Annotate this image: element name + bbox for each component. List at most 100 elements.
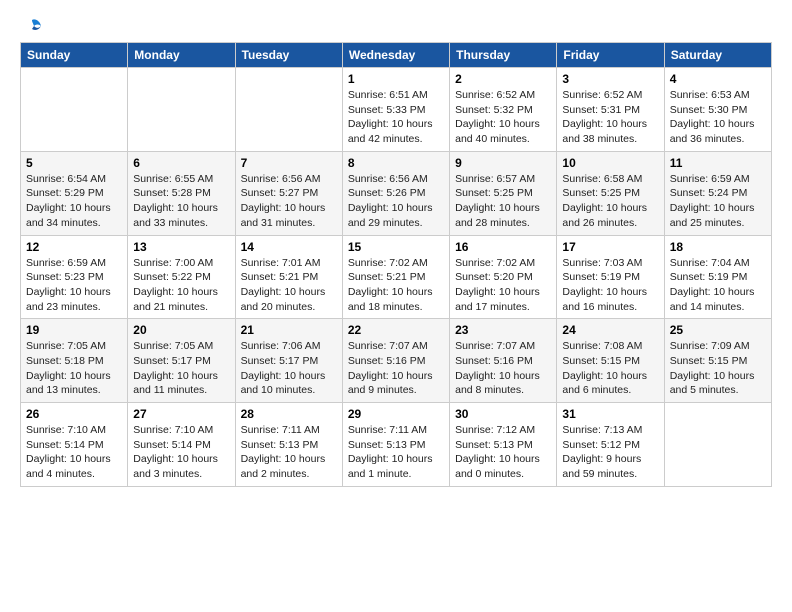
col-header-saturday: Saturday: [664, 43, 771, 68]
calendar-cell: 24 Sunrise: 7:08 AM Sunset: 5:15 PM Dayli…: [557, 319, 664, 403]
calendar-cell: 14 Sunrise: 7:01 AM Sunset: 5:21 PM Dayli…: [235, 235, 342, 319]
col-header-monday: Monday: [128, 43, 235, 68]
day-number: 16: [455, 240, 551, 254]
day-info: Sunrise: 7:05 AM Sunset: 5:17 PM Dayligh…: [133, 339, 229, 398]
calendar-cell: 3 Sunrise: 6:52 AM Sunset: 5:31 PM Daylig…: [557, 68, 664, 152]
day-info: Sunrise: 6:56 AM Sunset: 5:26 PM Dayligh…: [348, 172, 444, 231]
day-number: 15: [348, 240, 444, 254]
calendar-cell: 15 Sunrise: 7:02 AM Sunset: 5:21 PM Dayli…: [342, 235, 449, 319]
calendar-cell: 28 Sunrise: 7:11 AM Sunset: 5:13 PM Dayli…: [235, 403, 342, 487]
day-number: 21: [241, 323, 337, 337]
day-info: Sunrise: 6:58 AM Sunset: 5:25 PM Dayligh…: [562, 172, 658, 231]
calendar-cell: [664, 403, 771, 487]
day-number: 6: [133, 156, 229, 170]
col-header-tuesday: Tuesday: [235, 43, 342, 68]
page-header: [20, 16, 772, 34]
day-number: 31: [562, 407, 658, 421]
day-number: 18: [670, 240, 766, 254]
day-info: Sunrise: 7:13 AM Sunset: 5:12 PM Dayligh…: [562, 423, 658, 482]
day-info: Sunrise: 7:11 AM Sunset: 5:13 PM Dayligh…: [348, 423, 444, 482]
calendar-cell: 26 Sunrise: 7:10 AM Sunset: 5:14 PM Dayli…: [21, 403, 128, 487]
calendar-cell: 2 Sunrise: 6:52 AM Sunset: 5:32 PM Daylig…: [450, 68, 557, 152]
day-number: 9: [455, 156, 551, 170]
calendar-cell: 11Sunrise: 6:59 AM Sunset: 5:24 PM Dayli…: [664, 151, 771, 235]
calendar-cell: [128, 68, 235, 152]
day-info: Sunrise: 7:11 AM Sunset: 5:13 PM Dayligh…: [241, 423, 337, 482]
day-info: Sunrise: 7:00 AM Sunset: 5:22 PM Dayligh…: [133, 256, 229, 315]
day-number: 28: [241, 407, 337, 421]
calendar-cell: [235, 68, 342, 152]
calendar-cell: 22Sunrise: 7:07 AM Sunset: 5:16 PM Dayli…: [342, 319, 449, 403]
day-number: 25: [670, 323, 766, 337]
week-row-1: 1 Sunrise: 6:51 AM Sunset: 5:33 PM Daylig…: [21, 68, 772, 152]
day-info: Sunrise: 7:05 AM Sunset: 5:18 PM Dayligh…: [26, 339, 122, 398]
day-number: 4: [670, 72, 766, 86]
calendar-cell: 25 Sunrise: 7:09 AM Sunset: 5:15 PM Dayli…: [664, 319, 771, 403]
day-number: 3: [562, 72, 658, 86]
day-info: Sunrise: 6:53 AM Sunset: 5:30 PM Dayligh…: [670, 88, 766, 147]
calendar-cell: 19 Sunrise: 7:05 AM Sunset: 5:18 PM Dayli…: [21, 319, 128, 403]
calendar-cell: 7Sunrise: 6:56 AM Sunset: 5:27 PM Daylig…: [235, 151, 342, 235]
day-info: Sunrise: 7:07 AM Sunset: 5:16 PM Dayligh…: [348, 339, 444, 398]
calendar-cell: 6 Sunrise: 6:55 AM Sunset: 5:28 PM Daylig…: [128, 151, 235, 235]
calendar-cell: 1 Sunrise: 6:51 AM Sunset: 5:33 PM Daylig…: [342, 68, 449, 152]
calendar-cell: 8 Sunrise: 6:56 AM Sunset: 5:26 PM Daylig…: [342, 151, 449, 235]
day-number: 27: [133, 407, 229, 421]
day-info: Sunrise: 6:52 AM Sunset: 5:31 PM Dayligh…: [562, 88, 658, 147]
calendar-cell: 29 Sunrise: 7:11 AM Sunset: 5:13 PM Dayli…: [342, 403, 449, 487]
calendar-table: SundayMondayTuesdayWednesdayThursdayFrid…: [20, 42, 772, 487]
day-number: 30: [455, 407, 551, 421]
day-number: 11: [670, 156, 766, 170]
day-number: 17: [562, 240, 658, 254]
week-row-3: 12Sunrise: 6:59 AM Sunset: 5:23 PM Dayli…: [21, 235, 772, 319]
calendar-cell: 30 Sunrise: 7:12 AM Sunset: 5:13 PM Dayli…: [450, 403, 557, 487]
calendar-cell: 9 Sunrise: 6:57 AM Sunset: 5:25 PM Daylig…: [450, 151, 557, 235]
calendar-cell: 10 Sunrise: 6:58 AM Sunset: 5:25 PM Dayli…: [557, 151, 664, 235]
day-number: 13: [133, 240, 229, 254]
day-info: Sunrise: 7:01 AM Sunset: 5:21 PM Dayligh…: [241, 256, 337, 315]
day-number: 2: [455, 72, 551, 86]
day-info: Sunrise: 7:07 AM Sunset: 5:16 PM Dayligh…: [455, 339, 551, 398]
day-number: 23: [455, 323, 551, 337]
day-number: 5: [26, 156, 122, 170]
day-info: Sunrise: 6:55 AM Sunset: 5:28 PM Dayligh…: [133, 172, 229, 231]
calendar-cell: 27 Sunrise: 7:10 AM Sunset: 5:14 PM Dayli…: [128, 403, 235, 487]
col-header-wednesday: Wednesday: [342, 43, 449, 68]
day-info: Sunrise: 7:08 AM Sunset: 5:15 PM Dayligh…: [562, 339, 658, 398]
calendar-cell: 5 Sunrise: 6:54 AM Sunset: 5:29 PM Daylig…: [21, 151, 128, 235]
day-number: 8: [348, 156, 444, 170]
day-info: Sunrise: 7:09 AM Sunset: 5:15 PM Dayligh…: [670, 339, 766, 398]
calendar-cell: 20 Sunrise: 7:05 AM Sunset: 5:17 PM Dayli…: [128, 319, 235, 403]
day-number: 20: [133, 323, 229, 337]
day-number: 24: [562, 323, 658, 337]
calendar-cell: 4 Sunrise: 6:53 AM Sunset: 5:30 PM Daylig…: [664, 68, 771, 152]
day-info: Sunrise: 6:52 AM Sunset: 5:32 PM Dayligh…: [455, 88, 551, 147]
day-number: 14: [241, 240, 337, 254]
calendar-cell: 16 Sunrise: 7:02 AM Sunset: 5:20 PM Dayli…: [450, 235, 557, 319]
col-header-thursday: Thursday: [450, 43, 557, 68]
day-number: 19: [26, 323, 122, 337]
day-info: Sunrise: 7:02 AM Sunset: 5:21 PM Dayligh…: [348, 256, 444, 315]
col-header-friday: Friday: [557, 43, 664, 68]
calendar-cell: 21Sunrise: 7:06 AM Sunset: 5:17 PM Dayli…: [235, 319, 342, 403]
day-info: Sunrise: 6:51 AM Sunset: 5:33 PM Dayligh…: [348, 88, 444, 147]
day-info: Sunrise: 7:02 AM Sunset: 5:20 PM Dayligh…: [455, 256, 551, 315]
day-number: 10: [562, 156, 658, 170]
col-header-sunday: Sunday: [21, 43, 128, 68]
day-info: Sunrise: 7:10 AM Sunset: 5:14 PM Dayligh…: [133, 423, 229, 482]
day-info: Sunrise: 7:03 AM Sunset: 5:19 PM Dayligh…: [562, 256, 658, 315]
calendar-cell: 18Sunrise: 7:04 AM Sunset: 5:19 PM Dayli…: [664, 235, 771, 319]
week-row-5: 26 Sunrise: 7:10 AM Sunset: 5:14 PM Dayli…: [21, 403, 772, 487]
week-row-4: 19 Sunrise: 7:05 AM Sunset: 5:18 PM Dayli…: [21, 319, 772, 403]
day-info: Sunrise: 6:54 AM Sunset: 5:29 PM Dayligh…: [26, 172, 122, 231]
day-info: Sunrise: 7:10 AM Sunset: 5:14 PM Dayligh…: [26, 423, 122, 482]
day-info: Sunrise: 6:57 AM Sunset: 5:25 PM Dayligh…: [455, 172, 551, 231]
calendar-cell: 23 Sunrise: 7:07 AM Sunset: 5:16 PM Dayli…: [450, 319, 557, 403]
logo-bird-icon: [21, 16, 43, 38]
calendar-cell: [21, 68, 128, 152]
day-number: 1: [348, 72, 444, 86]
day-number: 29: [348, 407, 444, 421]
day-number: 12: [26, 240, 122, 254]
day-number: 26: [26, 407, 122, 421]
day-info: Sunrise: 7:12 AM Sunset: 5:13 PM Dayligh…: [455, 423, 551, 482]
